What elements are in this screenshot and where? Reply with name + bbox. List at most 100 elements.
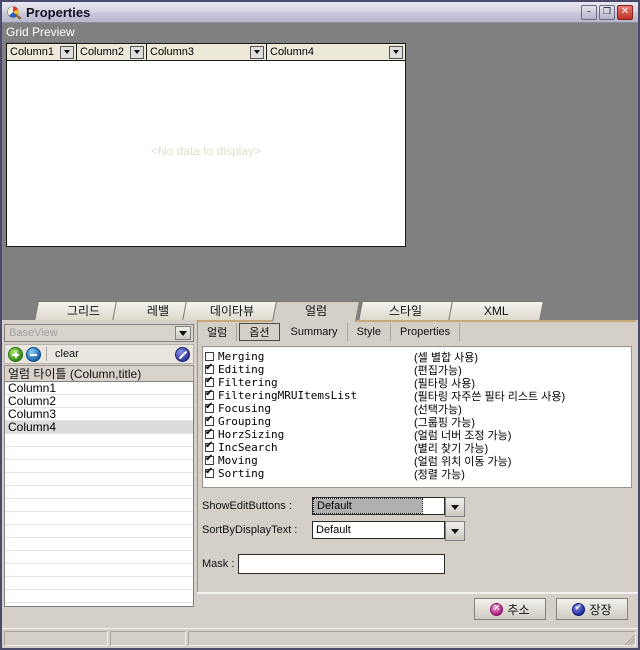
save-button-label: 장장 (589, 602, 612, 617)
list-item[interactable]: Column3 (5, 408, 193, 421)
tab-style[interactable]: 스타일 (358, 301, 454, 321)
subtab-style[interactable]: Style (348, 323, 392, 341)
field-mask: Mask : (202, 554, 632, 574)
window-controls: – ❐ ✕ (581, 4, 638, 20)
field-sort-by-display-text: SortByDisplayText : Default (202, 520, 632, 541)
show-edit-buttons-select[interactable]: Default (312, 497, 465, 517)
list-item-empty[interactable] (5, 434, 193, 447)
list-item-empty[interactable] (5, 538, 193, 551)
toolbar-divider (46, 347, 47, 361)
prohibited-circle-icon[interactable] (175, 346, 190, 362)
grid-column-header[interactable]: Column1 (7, 44, 77, 60)
grid-column-header[interactable]: Column3 (147, 44, 267, 60)
view-select[interactable]: BaseView (4, 324, 194, 342)
tab-dataview[interactable]: 데이타뷰 (182, 301, 282, 321)
minus-circle-icon[interactable] (26, 346, 41, 362)
checkbox-horzsizing[interactable] (205, 428, 214, 439)
subtab-column[interactable]: 얼럼 (198, 323, 238, 341)
list-item-empty[interactable] (5, 525, 193, 538)
dialog-content: BaseView clear 얼럼 타이틀 (Column,title) Col… (2, 320, 638, 648)
main-tabstrip: 그리드 레밸 데이타뷰 얼럼 스타일 XML (2, 299, 638, 322)
grid-header-row: Column1 Column2 Column3 Column4 (7, 44, 405, 61)
field-label: ShowEditButtons : (202, 500, 292, 512)
minimize-icon[interactable]: – (581, 4, 597, 20)
checkbox-focusing[interactable] (205, 402, 214, 413)
list-item-empty[interactable] (5, 486, 193, 499)
select-value: Default (313, 498, 423, 514)
option-row[interactable]: Sorting (정렬 가능) (205, 467, 631, 481)
chevron-down-icon[interactable] (445, 521, 465, 541)
list-item-empty[interactable] (5, 577, 193, 590)
column-list-panel: BaseView clear 얼럼 타이틀 (Column,title) Col… (4, 324, 196, 609)
checkbox-filteringmruitemslist[interactable] (205, 389, 214, 400)
status-panel (110, 631, 186, 646)
dialog-button-bar: 추소 장장 (197, 592, 638, 624)
status-bar (2, 628, 638, 648)
list-item[interactable]: Column2 (5, 395, 193, 408)
field-label: Mask : (202, 558, 235, 570)
tab-column[interactable]: 얼럼 (271, 301, 361, 322)
window-title: Properties (26, 4, 91, 20)
tab-xml[interactable]: XML (448, 301, 544, 321)
status-panel (4, 631, 108, 646)
filter-dropdown-icon[interactable] (250, 45, 264, 59)
list-item-empty[interactable] (5, 564, 193, 577)
list-item-empty[interactable] (5, 590, 193, 603)
save-button[interactable]: 장장 (556, 598, 628, 620)
properties-dialog-window: Properties – ❐ ✕ Grid Preview Column1 Co… (0, 0, 640, 650)
column-list-header: 얼럼 타이틀 (Column,title) (4, 365, 194, 382)
grid-body: <No data to display> (7, 61, 405, 246)
list-item[interactable]: Column1 (5, 382, 193, 395)
filter-dropdown-icon[interactable] (130, 45, 144, 59)
column-list[interactable]: Column1 Column2 Column3 Column4 (4, 381, 194, 607)
cancel-button[interactable]: 추소 (474, 598, 546, 620)
chevron-down-icon[interactable] (175, 326, 191, 340)
checkbox-sorting[interactable] (205, 467, 214, 478)
field-show-edit-buttons: ShowEditButtons : Default (202, 496, 632, 517)
grid-preview-area: Column1 Column2 Column3 Column4 <No data… (6, 43, 406, 247)
column-list-toolbar: clear (4, 344, 194, 364)
field-label: SortByDisplayText : (202, 524, 298, 536)
plus-circle-icon[interactable] (8, 346, 23, 362)
status-panel (188, 631, 636, 646)
subtab-properties[interactable]: Properties (391, 323, 461, 341)
checkbox-incsearch[interactable] (205, 441, 214, 452)
list-item-empty[interactable] (5, 447, 193, 460)
select-value: Default (316, 524, 351, 536)
maximize-icon[interactable]: ❐ (599, 4, 615, 20)
list-item-empty[interactable] (5, 473, 193, 486)
cancel-button-label: 추소 (507, 602, 530, 617)
filter-dropdown-icon[interactable] (389, 45, 403, 59)
window-titlebar: Properties – ❐ ✕ (2, 2, 638, 23)
checkbox-grouping[interactable] (205, 415, 214, 426)
grid-preview-label: Grid Preview (2, 23, 638, 43)
options-subtabstrip: 얼럼 옵션 Summary Style Properties (198, 320, 636, 341)
view-select-value: BaseView (9, 327, 58, 339)
resize-grip-icon[interactable] (624, 634, 636, 646)
list-item-empty[interactable] (5, 512, 193, 525)
option-checkbox-list: Merging (셀 별합 사용) Editing (편집가능) Filteri… (202, 346, 632, 488)
filter-dropdown-icon[interactable] (60, 45, 74, 59)
save-check-circle-icon (572, 602, 586, 616)
list-item-empty[interactable] (5, 551, 193, 564)
grid-empty-message: <No data to display> (150, 144, 262, 158)
checkbox-editing[interactable] (205, 363, 214, 374)
subtab-summary[interactable]: Summary (282, 323, 348, 341)
close-icon[interactable]: ✕ (617, 4, 633, 20)
options-form: ShowEditButtons : Default SortByDisplayT… (202, 496, 632, 584)
options-panel: 얼럼 옵션 Summary Style Properties Merging (… (198, 320, 636, 590)
checkbox-merging[interactable] (205, 352, 214, 361)
subtab-options[interactable]: 옵션 (239, 323, 280, 341)
grid-column-header[interactable]: Column4 (267, 44, 405, 60)
list-item-empty[interactable] (5, 499, 193, 512)
sort-by-display-text-select[interactable]: Default (312, 521, 465, 541)
checkbox-filtering[interactable] (205, 376, 214, 387)
list-item[interactable]: Column4 (5, 421, 193, 434)
clear-button[interactable]: clear (55, 348, 79, 360)
grid-column-header[interactable]: Column2 (77, 44, 147, 60)
list-item-empty[interactable] (5, 460, 193, 473)
chevron-down-icon[interactable] (445, 497, 465, 517)
cancel-circle-icon (490, 602, 504, 616)
mask-input[interactable] (238, 554, 445, 574)
checkbox-moving[interactable] (205, 454, 214, 465)
